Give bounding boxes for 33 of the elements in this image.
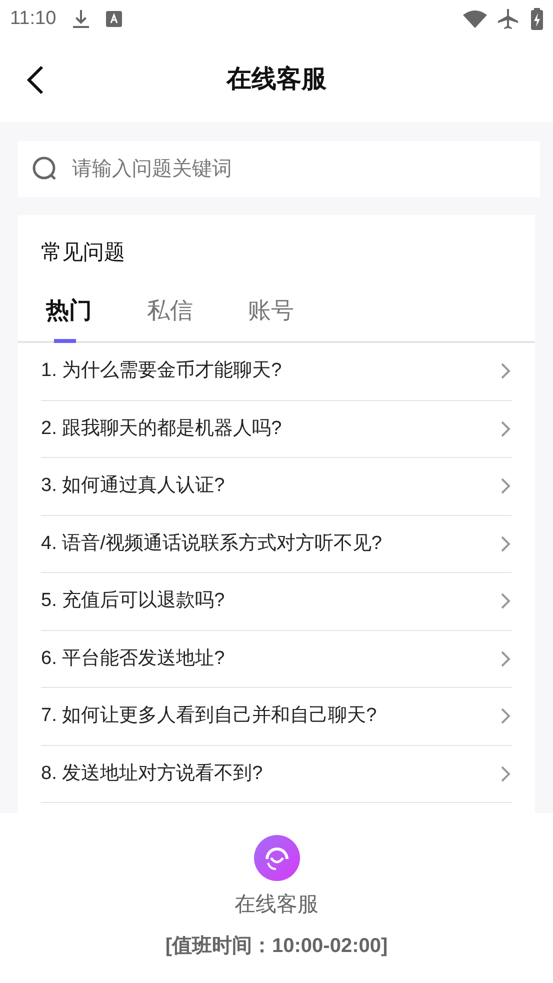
chevron-right-icon (500, 477, 512, 496)
download-icon (72, 9, 90, 29)
chevron-right-icon (500, 764, 512, 783)
search-field[interactable]: 请输入问题关键词 (18, 141, 540, 197)
page-title: 在线客服 (226, 64, 326, 96)
chevron-right-icon (500, 362, 512, 380)
chevron-right-icon (500, 420, 512, 438)
section-title: 常见问题 (41, 240, 126, 266)
question-item[interactable]: 2. 跟我聊天的都是机器人吗? (41, 400, 512, 458)
chevron-right-icon (500, 707, 512, 726)
tab[interactable]: 账号 (248, 292, 294, 341)
question-item[interactable]: 4. 语音/视频通话说联系方式对方听不见? (41, 516, 512, 573)
status-time: 11:10 (10, 6, 56, 31)
wifi-icon (463, 10, 487, 28)
tab[interactable]: 热门 (46, 292, 92, 341)
chevron-right-icon (500, 592, 512, 610)
keyboard-icon (106, 11, 122, 27)
chevron-right-icon (500, 534, 512, 553)
chevron-right-icon (500, 650, 512, 668)
question-item[interactable]: 1. 为什么需要金币才能聊天? (41, 343, 512, 400)
service-hours: [值班时间：10:00-02:00] (165, 934, 388, 958)
question-item[interactable]: 3. 如何通过真人认证? (41, 458, 512, 516)
airplane-icon (497, 8, 519, 30)
tab[interactable]: 私信 (147, 292, 193, 341)
back-icon (26, 65, 44, 95)
question-item[interactable]: 5. 充值后可以退款吗? (41, 573, 512, 630)
headset-icon (254, 835, 300, 881)
battery-icon (531, 8, 543, 30)
question-item[interactable]: 8. 发送地址对方说看不到? (41, 746, 512, 803)
question-item[interactable]: 6. 平台能否发送地址? (41, 630, 512, 688)
search-icon (32, 156, 58, 182)
question-item[interactable]: 7. 如何让更多人看到自己并和自己聊天? (41, 688, 512, 746)
support-button[interactable]: 在线客服 (234, 835, 318, 920)
